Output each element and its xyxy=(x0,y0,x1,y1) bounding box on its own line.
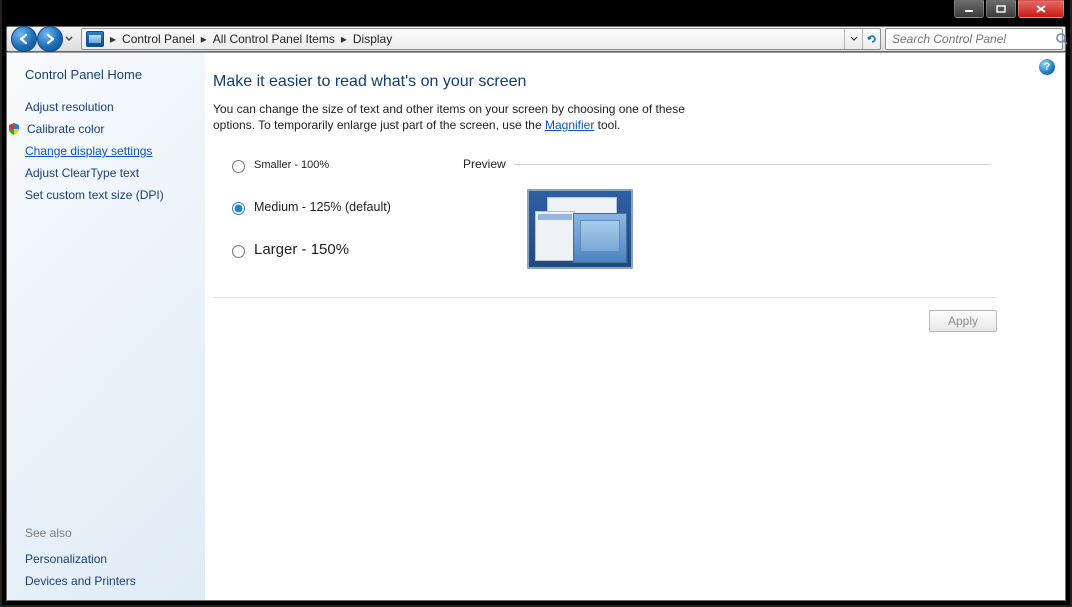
options-row: Smaller - 100% Medium - 125% (default) L… xyxy=(213,157,1037,269)
arrow-left-icon xyxy=(17,32,31,46)
refresh-button[interactable] xyxy=(862,29,880,49)
magnifier-link[interactable]: Magnifier xyxy=(545,118,594,132)
back-button[interactable] xyxy=(11,26,37,52)
preview-window-icon xyxy=(535,211,575,261)
chevron-right-icon: ▸ xyxy=(108,32,118,46)
maximize-button[interactable] xyxy=(986,0,1016,18)
sidebar-item-calibrate-color[interactable]: Calibrate color xyxy=(25,122,191,136)
chevron-right-icon: ▸ xyxy=(199,32,209,46)
chevron-down-icon xyxy=(850,35,858,43)
see-also-devices-printers[interactable]: Devices and Printers xyxy=(25,574,191,588)
search-box[interactable] xyxy=(885,28,1063,50)
desc-text: tool. xyxy=(594,118,620,132)
nav-buttons xyxy=(7,27,79,52)
page-title: Make it easier to read what's on your sc… xyxy=(213,73,1037,91)
sidebar-see-also: See also Personalization Devices and Pri… xyxy=(25,526,191,588)
sidebar-links: Adjust resolution Calibrate color Change… xyxy=(25,100,191,202)
sidebar-home-link[interactable]: Control Panel Home xyxy=(25,67,191,82)
sidebar-item-label: Set custom text size (DPI) xyxy=(25,188,164,202)
see-also-personalization[interactable]: Personalization xyxy=(25,552,191,566)
close-button[interactable] xyxy=(1018,0,1064,18)
page-description: You can change the size of text and othe… xyxy=(213,101,693,133)
preview-label-text: Preview xyxy=(463,157,506,171)
option-medium[interactable]: Medium - 125% (default) xyxy=(227,199,463,215)
main-panel: ? Make it easier to read what's on your … xyxy=(205,53,1065,600)
sidebar-item-label: Adjust resolution xyxy=(25,100,114,114)
option-smaller[interactable]: Smaller - 100% xyxy=(227,157,463,173)
preview-window-icon xyxy=(573,213,627,263)
apply-button[interactable]: Apply xyxy=(929,310,997,332)
window-controls xyxy=(954,0,1064,18)
divider xyxy=(213,297,997,298)
sidebar-item-label: Devices and Printers xyxy=(25,574,136,588)
sidebar-item-label: Adjust ClearType text xyxy=(25,166,139,180)
close-icon xyxy=(1035,4,1047,14)
control-panel-icon xyxy=(86,31,104,47)
size-options: Smaller - 100% Medium - 125% (default) L… xyxy=(213,157,463,258)
option-label: Smaller - 100% xyxy=(254,159,329,171)
see-also-label: See also xyxy=(25,526,191,540)
arrow-right-icon xyxy=(43,32,57,46)
address-bar[interactable]: ▸ Control Panel ▸ All Control Panel Item… xyxy=(81,28,881,50)
maximize-icon xyxy=(996,5,1006,13)
search-input[interactable] xyxy=(886,32,1055,46)
preview-heading: Preview xyxy=(463,157,1037,171)
breadcrumb-item[interactable]: Display xyxy=(349,32,396,46)
sidebar-item-label: Personalization xyxy=(25,552,107,566)
nav-history-dropdown[interactable] xyxy=(63,27,75,51)
minimize-icon xyxy=(964,5,974,13)
search-icon xyxy=(1055,32,1069,46)
preview-image xyxy=(527,189,633,269)
minimize-button[interactable] xyxy=(954,0,984,18)
breadcrumb-item[interactable]: All Control Panel Items xyxy=(209,32,339,46)
option-label: Larger - 150% xyxy=(254,241,349,258)
address-dropdown[interactable] xyxy=(844,29,862,49)
content-area: Control Panel Home Adjust resolution Cal… xyxy=(6,52,1066,601)
button-row: Apply xyxy=(213,310,997,332)
sidebar-item-adjust-cleartype[interactable]: Adjust ClearType text xyxy=(25,166,191,180)
shield-icon xyxy=(7,122,21,136)
forward-button[interactable] xyxy=(37,26,63,52)
radio-smaller[interactable] xyxy=(232,160,245,173)
sidebar-item-label: Calibrate color xyxy=(27,122,104,136)
option-larger[interactable]: Larger - 150% xyxy=(227,241,463,258)
chevron-down-icon xyxy=(65,35,73,43)
window-frame: ▸ Control Panel ▸ All Control Panel Item… xyxy=(0,0,1072,607)
breadcrumb-item[interactable]: Control Panel xyxy=(118,32,199,46)
sidebar-item-label: Change display settings xyxy=(25,144,152,158)
option-label: Medium - 125% (default) xyxy=(254,200,391,214)
divider xyxy=(514,164,991,165)
help-button[interactable]: ? xyxy=(1039,59,1055,75)
sidebar-item-adjust-resolution[interactable]: Adjust resolution xyxy=(25,100,191,114)
chevron-right-icon: ▸ xyxy=(339,32,349,46)
sidebar-item-change-display-settings[interactable]: Change display settings xyxy=(25,144,191,158)
sidebar: Control Panel Home Adjust resolution Cal… xyxy=(7,53,205,600)
sidebar-item-custom-text-size[interactable]: Set custom text size (DPI) xyxy=(25,188,191,202)
radio-medium[interactable] xyxy=(232,202,245,215)
preview-column: Preview xyxy=(463,157,1037,269)
refresh-icon xyxy=(866,33,878,45)
toolbar: ▸ Control Panel ▸ All Control Panel Item… xyxy=(6,26,1066,52)
radio-larger[interactable] xyxy=(232,245,245,258)
